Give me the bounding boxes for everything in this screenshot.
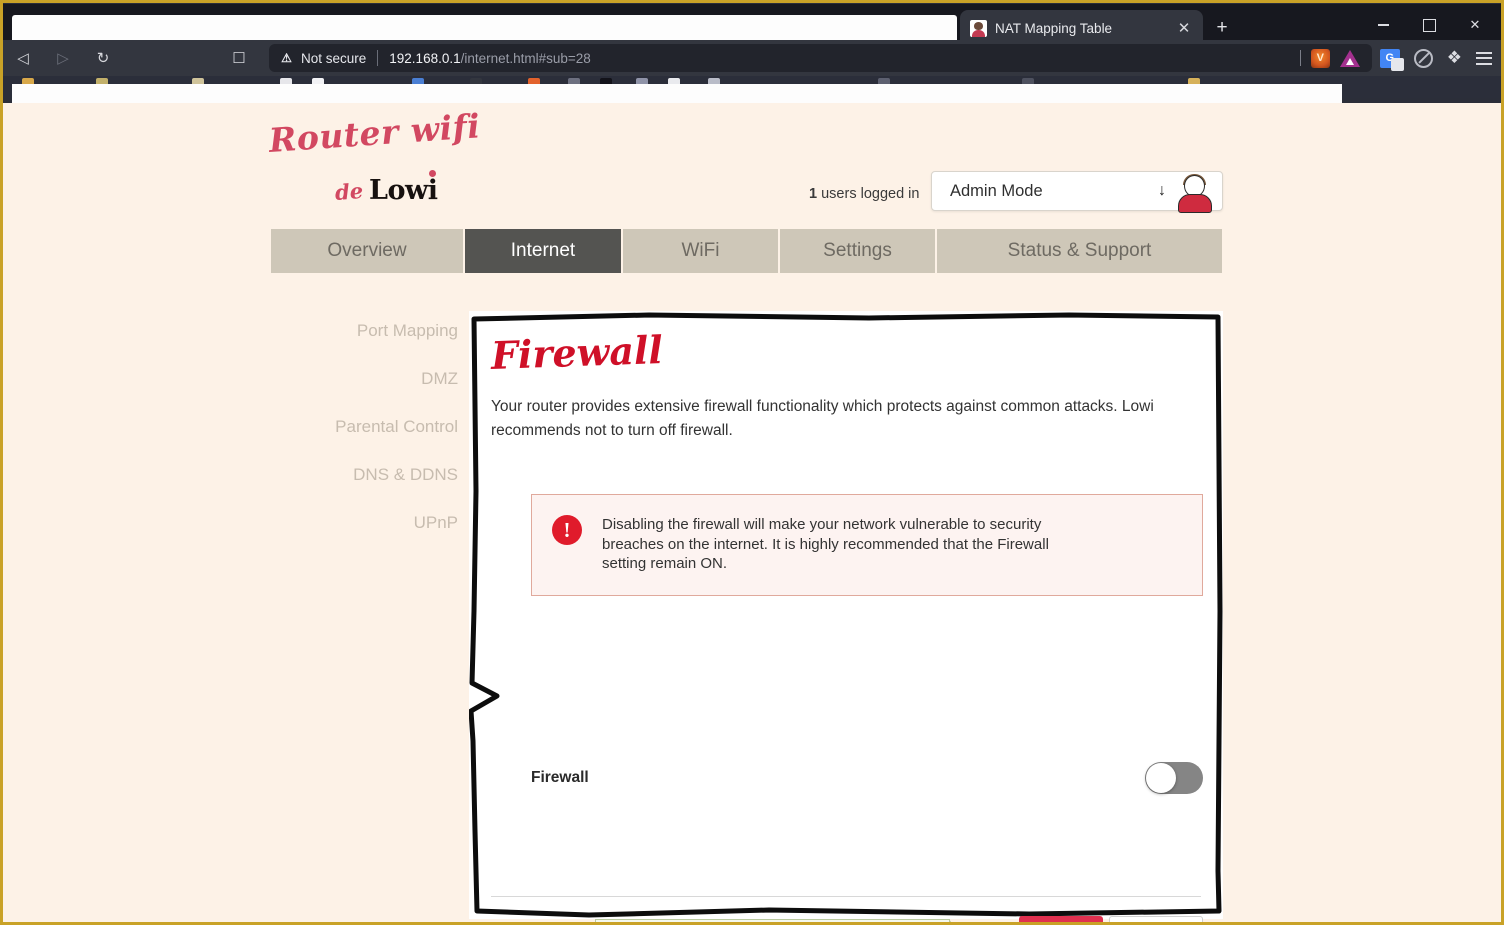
browser-chrome: NAT Mapping Table ✕ + ✕ ◁ ▷ ↻ ☐ ⚠ Not se… bbox=[0, 0, 1504, 103]
maximize-icon[interactable] bbox=[1406, 8, 1452, 42]
close-icon[interactable]: ✕ bbox=[1173, 17, 1195, 39]
apply-button[interactable]: Apply bbox=[1019, 916, 1103, 922]
users-logged-in-count: 1 bbox=[809, 186, 818, 202]
address-bar-actions: V bbox=[1299, 48, 1362, 68]
sidebar-item-upnp[interactable]: UPnP bbox=[414, 513, 458, 533]
router-admin-page: Router wifi de Lowi 1 users logged in Ad… bbox=[3, 103, 1501, 922]
logo-line-de-lowi: de Lowi bbox=[334, 170, 438, 206]
divider bbox=[491, 896, 1201, 897]
tab-wifi[interactable]: WiFi bbox=[623, 229, 780, 273]
chevron-down-icon: ↓ bbox=[1158, 182, 1166, 199]
tab-title: NAT Mapping Table bbox=[995, 20, 1113, 36]
tab-internet[interactable]: Internet bbox=[465, 229, 623, 273]
reload-icon[interactable]: ↻ bbox=[86, 41, 120, 75]
not-secure-icon: ⚠ bbox=[281, 51, 292, 65]
sidebar-item-parental-control[interactable]: Parental Control bbox=[335, 417, 458, 437]
firewall-panel: Firewall Your router provides extensive … bbox=[469, 311, 1223, 922]
admin-mode-selector[interactable]: Admin Mode ↓ bbox=[931, 171, 1223, 213]
not-secure-label: Not secure bbox=[301, 50, 367, 66]
new-tab-button[interactable]: + bbox=[1210, 16, 1234, 40]
forward-icon[interactable]: ▷ bbox=[46, 41, 80, 75]
url-host: 192.168.0.1 bbox=[389, 50, 461, 66]
window-close-icon[interactable]: ✕ bbox=[1452, 8, 1498, 42]
block-icon[interactable] bbox=[1413, 48, 1433, 68]
toggle-knob bbox=[1146, 763, 1176, 793]
url-divider bbox=[377, 50, 379, 66]
cancel-button[interactable]: Cancel bbox=[1109, 916, 1203, 922]
tab-strip-white-overlay bbox=[12, 15, 957, 41]
firewall-toggle-switch[interactable] bbox=[1145, 762, 1203, 794]
address-bar[interactable]: ⚠ Not secure 192.168.0.1 /internet.html#… bbox=[269, 44, 1372, 72]
firewall-setting-label: Firewall bbox=[531, 769, 589, 786]
url-path: /internet.html#sub=28 bbox=[460, 50, 591, 66]
firewall-description: Your router provides extensive firewall … bbox=[491, 398, 1154, 439]
tab-settings[interactable]: Settings bbox=[780, 229, 937, 273]
brave-shield-icon[interactable]: V bbox=[1310, 48, 1330, 68]
status-message: ✔ Your changes have been applied. bbox=[595, 919, 966, 922]
tab-favicon-icon bbox=[970, 19, 987, 37]
triangle-extension-icon[interactable] bbox=[1339, 49, 1360, 67]
minimize-icon[interactable] bbox=[1360, 8, 1406, 42]
bookmarks-bar-white-overlay bbox=[12, 84, 1342, 103]
site-logo[interactable]: Router wifi de Lowi bbox=[265, 106, 495, 213]
address-bar-separator bbox=[1299, 50, 1301, 66]
puzzle-extensions-icon[interactable]: ❖ bbox=[1447, 48, 1462, 68]
avatar-body bbox=[1178, 194, 1212, 213]
avatar bbox=[1176, 174, 1214, 213]
translate-icon[interactable]: G bbox=[1379, 48, 1404, 71]
hamburger-menu-icon[interactable] bbox=[1476, 51, 1492, 65]
admin-mode-label: Admin Mode bbox=[950, 181, 1043, 200]
tab-overview[interactable]: Overview bbox=[271, 229, 465, 273]
firewall-panel-content: Firewall Your router provides extensive … bbox=[469, 311, 1223, 922]
browser-tab-strip: NAT Mapping Table ✕ + ✕ bbox=[0, 4, 1504, 46]
warning-icon: ! bbox=[552, 515, 582, 545]
warning-banner: ! Disabling the firewall will make your … bbox=[531, 494, 1203, 596]
toolbar-extension-area: G ❖ bbox=[1379, 48, 1504, 71]
main-navigation-tabs: Overview Internet WiFi Settings Status &… bbox=[271, 229, 1222, 273]
bookmark-icon[interactable]: ☐ bbox=[226, 45, 252, 71]
back-icon[interactable]: ◁ bbox=[6, 41, 40, 75]
logo-brand-text: Lowi bbox=[369, 170, 438, 206]
logo-line-router-wifi: Router wifi bbox=[267, 106, 482, 160]
sidebar-item-dns-ddns[interactable]: DNS & DDNS bbox=[353, 465, 458, 485]
sidebar-menu: Port Mapping DMZ Parental Control DNS & … bbox=[183, 321, 458, 533]
warning-text: Disabling the firewall will make your ne… bbox=[602, 516, 1049, 572]
sidebar-item-port-mapping[interactable]: Port Mapping bbox=[357, 321, 458, 341]
browser-toolbar: ◁ ▷ ↻ ☐ ⚠ Not secure 192.168.0.1 /intern… bbox=[0, 40, 1504, 76]
firewall-setting-row: Firewall bbox=[531, 754, 1203, 802]
sidebar-item-dmz[interactable]: DMZ bbox=[421, 369, 458, 389]
logo-de-text: de bbox=[334, 178, 364, 205]
page-title: Firewall bbox=[490, 327, 664, 378]
tab-status-support[interactable]: Status & Support bbox=[937, 229, 1222, 273]
users-logged-in-status: 1 users logged in bbox=[809, 186, 919, 202]
window-controls: ✕ bbox=[1360, 8, 1498, 42]
users-logged-in-label: users logged in bbox=[821, 186, 920, 202]
